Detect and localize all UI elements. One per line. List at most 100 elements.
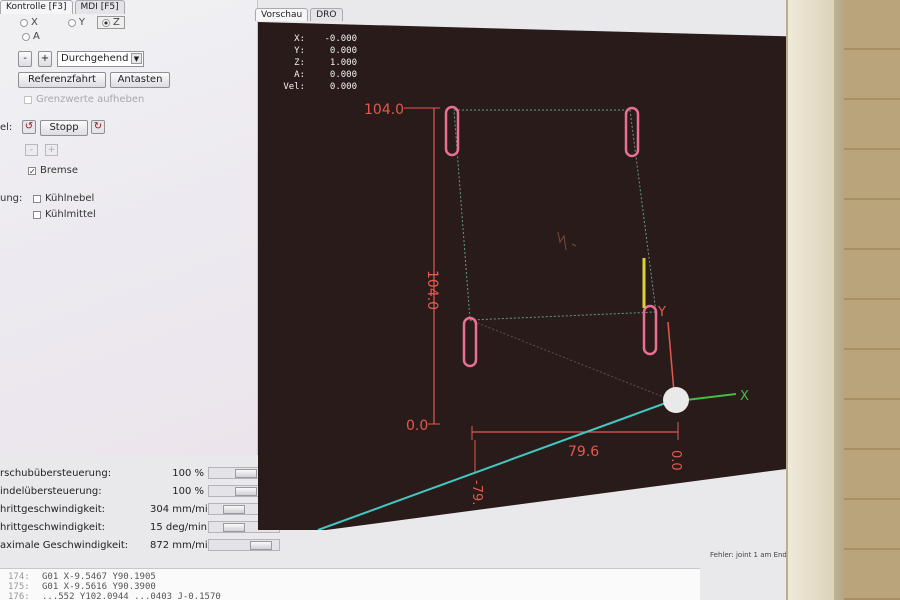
dro-value: 1.000: [329, 58, 357, 68]
spindle-faster-button[interactable]: +: [45, 144, 58, 156]
preview-graphics: 104.0 104.0 0.0 79.6 0.0 -79. Y X: [317, 102, 749, 530]
gcode-line: 175: G01 X-9.5616 Y90.3900: [8, 582, 692, 592]
slot-mark: [624, 106, 640, 158]
axis-radio-x[interactable]: X: [20, 17, 38, 28]
spindle-ccw-icon[interactable]: ↺: [22, 120, 36, 134]
axis-label-y: Y: [78, 17, 85, 28]
axis-selector: X Y Z: [20, 16, 125, 29]
gcode-listing[interactable]: 174: G01 X-9.5467 Y90.1905 175: G01 X-9.56…: [0, 568, 700, 600]
dro-value: -0.000: [324, 34, 357, 44]
tool-position-marker: [663, 387, 689, 413]
dro-row: Z: 1.000: [283, 57, 357, 69]
dim-label-x-width: 79.6: [568, 444, 599, 460]
slider-knob[interactable]: [223, 505, 245, 514]
dro-value: 0.000: [329, 82, 357, 92]
monitor-bezel: [786, 0, 900, 600]
jog-minus-button[interactable]: -: [18, 51, 32, 67]
radio-dot: [101, 18, 110, 27]
slider-knob[interactable]: [250, 541, 272, 550]
axis-radio-a[interactable]: A: [22, 31, 40, 42]
override-limits-checkbox[interactable]: Grenzwerte aufheben: [24, 94, 144, 105]
override-value: 872 mm/min: [150, 539, 214, 551]
override-name: aximale Geschwindigkeit:: [0, 539, 129, 551]
slot-mark: [462, 316, 478, 368]
mist-label: Kühlnebel: [45, 193, 95, 204]
dro-axis: Y:: [294, 46, 305, 56]
dro-row: A: 0.000: [283, 69, 357, 81]
radio-dot: [20, 18, 28, 27]
spindle-label: el:: [0, 122, 13, 133]
override-name: hrittgeschwindigkeit:: [0, 503, 106, 515]
axis-radio-y[interactable]: Y: [67, 17, 85, 28]
touch-off-button[interactable]: Antasten: [110, 72, 170, 88]
dro-value: 0.000: [329, 46, 357, 56]
slider-knob[interactable]: [223, 523, 245, 532]
gcode-line-number: 174:: [8, 572, 30, 582]
brake-checkbox[interactable]: ✓ Bremse: [28, 165, 78, 176]
gcode-line-text: ...552 Y102.0944 ...0403 J-0.1570: [42, 592, 221, 600]
slider-knob[interactable]: [235, 469, 257, 478]
y-axis-red: [667, 321, 675, 393]
override-row: aximale Geschwindigkeit: 872 mm/min: [0, 539, 280, 551]
dro-row: Y: 0.000: [283, 45, 357, 57]
gcode-line-number: 176:: [8, 592, 30, 600]
gcode-line-text: G01 X-9.5616 Y90.3900: [42, 582, 156, 592]
checkbox-box: [24, 95, 32, 104]
dim-label-y-top: 104.0: [364, 102, 404, 118]
tool-path-line: [317, 399, 675, 530]
jog-plus-button[interactable]: +: [38, 51, 52, 67]
dro-axis: X:: [294, 34, 305, 44]
override-name: indelübersteuerung:: [0, 485, 102, 497]
dro-overlay: X: -0.000 Y: 0.000 Z: 1.000 A: 0.000 Vel: 0.0…: [283, 33, 357, 93]
dim-label-x-neg: -79.: [469, 480, 484, 505]
background-wall: [844, 0, 900, 600]
tab-mdi[interactable]: MDI [F5]: [74, 0, 125, 14]
axis-radio-z[interactable]: Z: [96, 16, 125, 29]
spindle-slower-button[interactable]: -: [25, 144, 38, 156]
x-axis-green: [685, 393, 737, 401]
coolant-label: ung:: [0, 193, 23, 204]
gcode-line: 174: G01 X-9.5467 Y90.1905: [8, 572, 692, 582]
jog-mode-select[interactable]: Durchgehend ▼: [57, 51, 144, 67]
dro-row: X: -0.000: [283, 33, 357, 45]
slider-knob[interactable]: [235, 487, 257, 496]
flood-checkbox[interactable]: Kühlmittel: [33, 209, 96, 220]
override-row: rschubübersteuerung: 100 %: [0, 467, 280, 479]
override-value: 304 mm/min: [150, 503, 214, 515]
spindle-stop-button[interactable]: Stopp: [40, 120, 88, 136]
axis-label-a: A: [33, 31, 40, 42]
engraving-mark: [557, 231, 577, 251]
override-row: hrittgeschwindigkeit: 15 deg/min: [0, 521, 280, 533]
bezel-frame: [786, 0, 834, 600]
spindle-cw-icon[interactable]: ↻: [91, 120, 105, 134]
override-value: 100 %: [172, 467, 204, 479]
tab-vorschau[interactable]: Vorschau: [255, 8, 309, 21]
axis-label-y: Y: [657, 305, 666, 320]
chevron-down-icon: ▼: [131, 53, 142, 64]
dim-label-y-bottom: 0.0: [406, 418, 428, 434]
mist-checkbox[interactable]: Kühlnebel: [33, 193, 94, 204]
checkbox-box: [33, 210, 41, 219]
override-slider[interactable]: [208, 539, 280, 551]
dro-value: 0.000: [329, 70, 357, 80]
error-message: Fehler: joint 1 am Endschalter: [710, 551, 790, 559]
override-limits-label: Grenzwerte aufheben: [36, 94, 145, 105]
dro-axis: Vel:: [283, 82, 305, 92]
brake-label: Bremse: [40, 165, 79, 176]
gcode-line-text: G01 X-9.5467 Y90.1905: [42, 572, 156, 582]
override-name: rschubübersteuerung:: [0, 467, 112, 479]
axis-label-z: Z: [112, 17, 120, 28]
radio-dot: [67, 18, 76, 27]
axis-label-x: X: [740, 389, 749, 404]
tab-kontrolle[interactable]: Kontrolle [F3]: [0, 0, 73, 14]
home-button[interactable]: Referenzfahrt: [18, 72, 106, 88]
preview-tabs: Vorschau DRO: [255, 8, 345, 21]
gcode-line-number: 175:: [8, 582, 30, 592]
tab-dro[interactable]: DRO: [310, 8, 343, 21]
screen: Kontrolle [F3] MDI [F5] X Y Z A - + Durc…: [0, 0, 790, 600]
jog-mode-value: Durchgehend: [61, 53, 129, 64]
override-row: hrittgeschwindigkeit: 304 mm/min: [0, 503, 280, 515]
override-name: hrittgeschwindigkeit:: [0, 521, 106, 533]
override-row: indelübersteuerung: 100 %: [0, 485, 280, 497]
override-value: 15 deg/min: [150, 521, 207, 533]
